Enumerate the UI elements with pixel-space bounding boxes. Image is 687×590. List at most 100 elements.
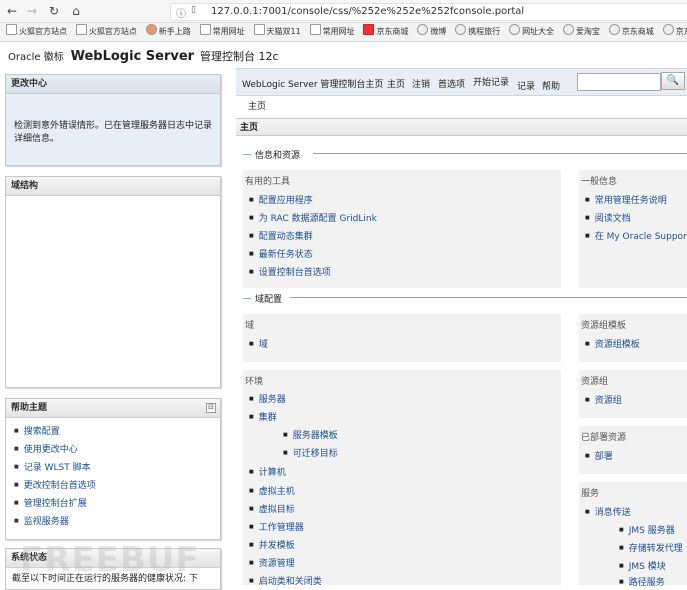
console-nav-bar: WebLogic Server 管理控制台主页 主页 注销 首选项 开始记录 记…	[236, 68, 687, 96]
panel-title: 帮助主题	[6, 399, 220, 418]
bookmark-item[interactable]: 天猫双11	[253, 23, 301, 41]
nav-help[interactable]: 帮助	[542, 79, 560, 92]
globe-icon	[509, 24, 521, 35]
link-clusters[interactable]: 集群	[249, 410, 277, 423]
globe-icon	[417, 24, 429, 35]
link-migratable-targets[interactable]: 可迁移目标	[283, 446, 338, 459]
link-resource-management[interactable]: 资源管理	[249, 556, 295, 569]
bookmarks-bar: 火狐官方站点 火狐官方站点 新手上路 常用网址 天猫双11 常用网址 京东商城 …	[0, 23, 687, 42]
firefox-icon	[145, 24, 157, 35]
link-read-docs[interactable]: 阅读文档	[585, 211, 631, 224]
bookmark-item[interactable]: 京东	[662, 23, 687, 41]
url-text: 127.0.0.1:7001/console/css/%252e%252e%25…	[211, 6, 525, 17]
bookmark-item[interactable]: 新手上路	[145, 23, 191, 41]
bookmark-label: 网址大全	[522, 27, 555, 36]
home-icon[interactable]: ⌂	[68, 3, 84, 19]
link-saf-agents[interactable]: 存储转发代理	[619, 541, 683, 554]
nav-home[interactable]: 主页	[387, 77, 405, 90]
breadcrumb[interactable]: 主页	[248, 99, 266, 112]
link-servers[interactable]: 服务器	[249, 392, 286, 405]
folder-icon	[75, 24, 87, 35]
help-link: 管理控制台扩展	[14, 494, 212, 512]
bookmark-label: 爱淘宝	[575, 27, 600, 36]
collapse-icon[interactable]: ⊟	[206, 403, 216, 413]
help-link: 搜索配置	[14, 422, 212, 440]
page-icon: ▯	[191, 5, 196, 15]
section-divider	[313, 153, 687, 154]
bookmark-item[interactable]: 常用网址	[199, 23, 245, 41]
link-deployments[interactable]: 部署	[585, 449, 613, 462]
link-dynamic-cluster[interactable]: 配置动态集群	[249, 229, 313, 242]
tmall-icon	[253, 24, 265, 35]
section-divider	[290, 297, 687, 298]
link-work-managers[interactable]: 工作管理器	[249, 520, 304, 533]
nav-record[interactable]: 记录	[517, 79, 535, 92]
link-config-app[interactable]: 配置应用程序	[249, 193, 313, 206]
bookmark-item[interactable]: 爱淘宝	[562, 23, 600, 41]
bookmark-item[interactable]: 网址大全	[509, 23, 554, 41]
bookmark-item[interactable]: 火狐官方站点	[75, 23, 137, 41]
info-icon[interactable]: ⓘ	[176, 5, 186, 20]
bookmark-label: 携程旅行	[468, 27, 501, 36]
search-icon[interactable]: 🔍	[661, 72, 685, 90]
link-oracle-support[interactable]: 在 My Oracle Support	[585, 229, 687, 242]
link-startup-shutdown[interactable]: 启动类和关闭类	[249, 574, 322, 587]
search-input[interactable]	[577, 73, 661, 91]
nav-start-recording[interactable]: 开始记录	[473, 75, 509, 88]
address-bar[interactable]: ⓘ ▯ 127.0.0.1:7001/console/css/%252e%252…	[170, 3, 687, 21]
box-title: 一般信息	[581, 177, 618, 187]
nav-logout[interactable]: 注销	[412, 77, 430, 90]
link-console-prefs[interactable]: 设置控制台首选项	[249, 265, 331, 278]
help-link-preferences[interactable]: 更改控制台首选项	[24, 481, 96, 491]
nav-preferences[interactable]: 首选项	[438, 77, 465, 90]
link-virtual-hosts[interactable]: 虚拟主机	[249, 484, 295, 497]
product-name: WebLogic Server	[70, 49, 195, 64]
link-concurrent-templates[interactable]: 并发模板	[249, 538, 295, 551]
help-link: 监视服务器	[14, 512, 212, 530]
box-title: 域	[245, 321, 255, 331]
help-link: 记录 WLST 脚本	[14, 458, 212, 476]
back-arrow-icon[interactable]: ←	[4, 3, 20, 19]
bookmark-label: 新手上路	[158, 27, 191, 36]
bookmark-item[interactable]: 京东商城	[608, 23, 654, 41]
bookmark-item[interactable]: 携程旅行	[455, 23, 500, 41]
link-path-services[interactable]: 路径服务	[619, 575, 665, 588]
box-title: 环境	[245, 377, 264, 387]
link-gridlink[interactable]: 为 RAC 数据源配置 GridLink	[249, 211, 377, 224]
help-link-change-center[interactable]: 使用更改中心	[24, 445, 78, 455]
bookmark-item[interactable]: 常用网址	[309, 23, 355, 41]
bookmark-label: 京东商城	[621, 27, 654, 36]
domain-box	[243, 314, 561, 362]
folder-icon	[199, 24, 211, 35]
bookmark-label: 常用网址	[322, 27, 355, 36]
link-jms-modules[interactable]: JMS 模块	[619, 559, 666, 572]
console-home-link[interactable]: WebLogic Server 管理控制台主页	[242, 77, 383, 90]
link-rg-templates[interactable]: 资源组模板	[585, 337, 640, 350]
forward-arrow-icon[interactable]: →	[24, 3, 40, 19]
link-admin-tasks[interactable]: 常用管理任务说明	[585, 193, 667, 206]
link-server-templates[interactable]: 服务器模板	[283, 428, 338, 441]
help-topics-panel: 帮助主题 ⊟ 搜索配置 使用更改中心 记录 WLST 脚本 更改控制台首选项 管…	[5, 398, 221, 540]
help-link-monitor[interactable]: 监视服务器	[24, 517, 69, 527]
link-task-status[interactable]: 最新任务状态	[249, 247, 313, 260]
bookmark-label: 天猫双11	[266, 27, 301, 36]
globe-icon	[562, 24, 574, 35]
box-title: 资源组	[581, 377, 609, 387]
help-link-wlst[interactable]: 记录 WLST 脚本	[24, 463, 91, 473]
bookmark-label: 微博	[430, 27, 447, 36]
bookmark-item[interactable]: 微博	[417, 23, 446, 41]
link-machines[interactable]: 计算机	[249, 465, 286, 478]
oracle-logo: Oracle 徽标	[8, 52, 64, 63]
bookmark-item[interactable]: 火狐官方站点	[6, 23, 67, 41]
help-link-extensions[interactable]: 管理控制台扩展	[24, 499, 87, 509]
reload-icon[interactable]: ↻	[46, 3, 62, 19]
link-jms-servers[interactable]: JMS 服务器	[619, 523, 675, 536]
section-domain-config: 域配置	[243, 292, 282, 305]
link-messaging[interactable]: 消息传送	[585, 505, 631, 518]
help-link-search-config[interactable]: 搜索配置	[24, 427, 60, 437]
link-domain[interactable]: 域	[249, 337, 268, 350]
console-header: Oracle 徽标 WebLogic Server 管理控制台 12c	[8, 48, 279, 64]
link-virtual-targets[interactable]: 虚拟目标	[249, 502, 295, 515]
bookmark-item[interactable]: 京东商城	[363, 23, 408, 41]
link-resource-groups[interactable]: 资源组	[585, 393, 622, 406]
